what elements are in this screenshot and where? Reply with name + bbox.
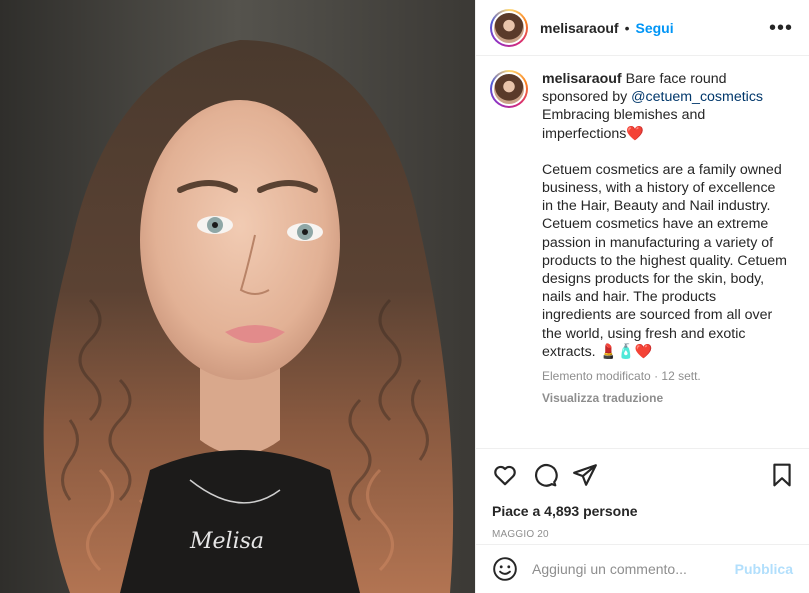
caption-meta: Elemento modificato · 12 sett. [542,367,787,385]
post-date[interactable]: MAGGIO 20 [476,519,809,540]
actions-section: Piace a 4,893 persone MAGGIO 20 [476,448,809,540]
caption-area: melisaraouf Bare face round sponsored by… [476,56,809,448]
likes-count[interactable]: Piace a 4,893 persone [476,501,809,519]
emoji-smile-icon[interactable] [492,556,518,582]
caption-username[interactable]: melisaraouf [542,71,622,87]
time-ago[interactable]: 12 sett. [661,369,700,383]
header-separator: • [624,19,630,36]
publish-button[interactable]: Pubblica [735,561,793,577]
action-bar [476,449,809,501]
comment-bar: Pubblica [476,544,809,593]
post-header: melisaraouf • Segui ••• [476,0,809,56]
follow-button[interactable]: Segui [636,20,674,36]
edited-label: Elemento modificato [542,369,651,384]
caption-avatar[interactable] [490,70,528,108]
caption-text: melisaraouf Bare face round sponsored by… [542,70,787,407]
product-emojis: 💄🧴❤️ [599,343,653,360]
caption-paragraph: Cetuem cosmetics are a family owned busi… [542,161,788,360]
heart-outline-icon[interactable] [492,462,518,488]
mention-link[interactable]: @cetuem_cosmetics [631,89,763,105]
more-options-icon[interactable]: ••• [769,18,793,38]
meta-separator: · [650,369,662,384]
necklace-text: Melisa [189,529,264,554]
post-detail-panel: melisaraouf • Segui ••• melisaraouf Bare… [475,0,809,593]
translate-link[interactable]: Visualizza traduzione [542,389,787,407]
heart-emoji: ❤️ [626,125,645,142]
caption: melisaraouf Bare face round sponsored by… [490,70,793,407]
bookmark-icon[interactable] [769,462,795,488]
caption-text-end: Embracing blemishes and imperfections [542,107,706,142]
header-username[interactable]: melisaraouf [540,20,619,36]
comment-icon[interactable] [532,462,558,488]
post-photo[interactable]: Melisa [0,0,475,593]
paper-plane-icon[interactable] [572,462,598,488]
portrait-illustration: Melisa [0,0,475,593]
comment-input[interactable] [532,561,735,577]
avatar[interactable] [490,8,528,47]
